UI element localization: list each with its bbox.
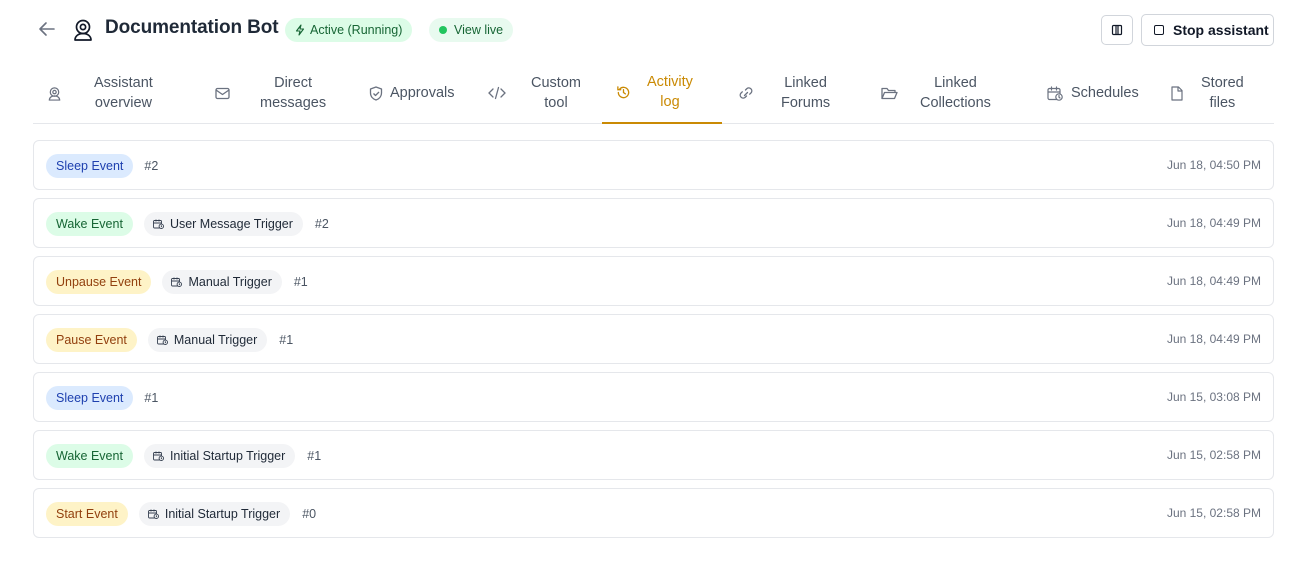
event-type-badge: Wake Event [46,212,133,236]
event-timestamp: Jun 18, 04:50 PM [1166,158,1261,172]
zap-icon [295,24,305,36]
activity-row[interactable]: Unpause Event Manual Trigger #1 Jun 18, … [33,256,1274,306]
calendar-clock-icon [152,451,164,461]
event-sequence: #1 [307,449,322,463]
tab-label: Approvals [390,85,455,101]
stop-icon [1154,25,1164,35]
trigger-chip: Manual Trigger [162,270,282,294]
event-sequence: #2 [144,159,159,173]
tab-label: Forums [781,95,831,111]
event-type-badge: Pause Event [46,328,137,352]
tab-label: Activity [647,74,693,90]
tab-label: log [660,94,680,110]
code-icon [488,86,506,100]
tab-custom-tool[interactable]: Custom tool [488,62,588,124]
file-icon [1171,85,1183,101]
trigger-chip: User Message Trigger [143,212,303,236]
status-badge: Active (Running) [285,18,413,42]
status-label: Active (Running) [310,23,403,37]
view-live-button[interactable]: View live [429,18,514,42]
tab-label: tool [544,95,568,111]
tab-label: files [1209,95,1236,111]
view-live-label: View live [454,23,504,37]
columns-icon [1111,24,1123,36]
trigger-label: Manual Trigger [173,333,258,347]
tab-label: Linked [934,75,977,91]
tab-assistant-overview[interactable]: Assistant overview [47,62,167,124]
activity-row[interactable]: Wake Event User Message Trigger #2 Jun 1… [33,198,1274,248]
mail-icon [215,87,230,99]
tab-label: overview [94,95,153,111]
trigger-label: Initial Startup Trigger [169,449,286,463]
trigger-chip: Manual Trigger [147,328,268,352]
tab-label: Schedules [1071,85,1139,101]
tab-activity-log[interactable]: Activity log [602,62,722,124]
event-sequence: #1 [279,333,294,347]
calendar-clock-icon [152,219,164,229]
page-header: Documentation Bot Active (Running) View … [0,0,1291,60]
trigger-chip: Initial Startup Trigger [138,502,291,526]
arrow-left-icon [39,22,55,36]
tab-approvals[interactable]: Approvals [369,62,469,124]
shield-check-icon [369,85,383,101]
history-icon [617,85,630,98]
trigger-chip: Initial Startup Trigger [143,444,296,468]
event-type-badge: Wake Event [46,444,133,468]
event-type-badge: Sleep Event [46,154,134,178]
bot-icon [48,86,61,101]
event-timestamp: Jun 15, 02:58 PM [1166,506,1261,520]
stop-assistant-label: Stop assistant [1173,22,1269,38]
tab-direct-messages[interactable]: Direct messages [215,62,345,124]
event-sequence: #1 [144,391,159,405]
tab-linked-collections[interactable]: Linked Collections [881,62,1011,124]
calendar-clock-icon [147,509,159,519]
calendar-clock-icon [156,335,168,345]
trigger-label: Manual Trigger [188,275,272,289]
activity-row[interactable]: Sleep Event #2 Jun 18, 04:50 PM [33,140,1274,190]
trigger-label: User Message Trigger [169,217,293,231]
tab-label: messages [260,95,327,111]
event-timestamp: Jun 18, 04:49 PM [1166,216,1261,230]
event-type-badge: Sleep Event [46,386,134,410]
tab-label: Assistant [94,75,153,91]
event-sequence: #1 [293,275,308,289]
tab-schedules[interactable]: Schedules [1047,62,1157,124]
link-icon [739,87,753,99]
activity-row[interactable]: Start Event Initial Startup Trigger #0 J… [33,488,1274,538]
tab-label: Linked [784,75,827,91]
toggle-panel-button[interactable] [1101,15,1133,45]
activity-row[interactable]: Wake Event Initial Startup Trigger #1 Ju… [33,430,1274,480]
tab-label: Direct [274,75,312,91]
activity-row[interactable]: Pause Event Manual Trigger #1 Jun 18, 04… [33,314,1274,364]
calendar-clock-icon [1047,85,1063,101]
page-title: Documentation Bot [105,17,279,38]
tab-label: Stored [1201,75,1244,91]
event-timestamp: Jun 15, 03:08 PM [1166,390,1261,404]
folder-open-icon [881,87,898,99]
event-sequence: #2 [314,217,329,231]
event-timestamp: Jun 18, 04:49 PM [1166,332,1261,346]
tab-linked-forums[interactable]: Linked Forums [737,62,847,124]
bot-icon [72,18,94,42]
event-timestamp: Jun 18, 04:49 PM [1166,274,1261,288]
live-dot-icon [439,26,447,34]
trigger-label: Initial Startup Trigger [164,507,281,521]
activity-row[interactable]: Sleep Event #1 Jun 15, 03:08 PM [33,372,1274,422]
stop-assistant-button[interactable]: Stop assistant [1141,14,1274,46]
event-type-badge: Unpause Event [46,270,152,294]
tab-bar: Assistant overview Direct messages Approva… [33,62,1274,124]
event-timestamp: Jun 15, 02:58 PM [1166,448,1261,462]
tab-stored-files[interactable]: Stored files [1171,62,1274,124]
calendar-clock-icon [171,277,183,287]
event-sequence: #0 [302,507,317,521]
tab-label: Collections [920,95,991,111]
back-button[interactable] [36,18,58,40]
tab-label: Custom [531,75,581,91]
event-type-badge: Start Event [46,502,128,526]
